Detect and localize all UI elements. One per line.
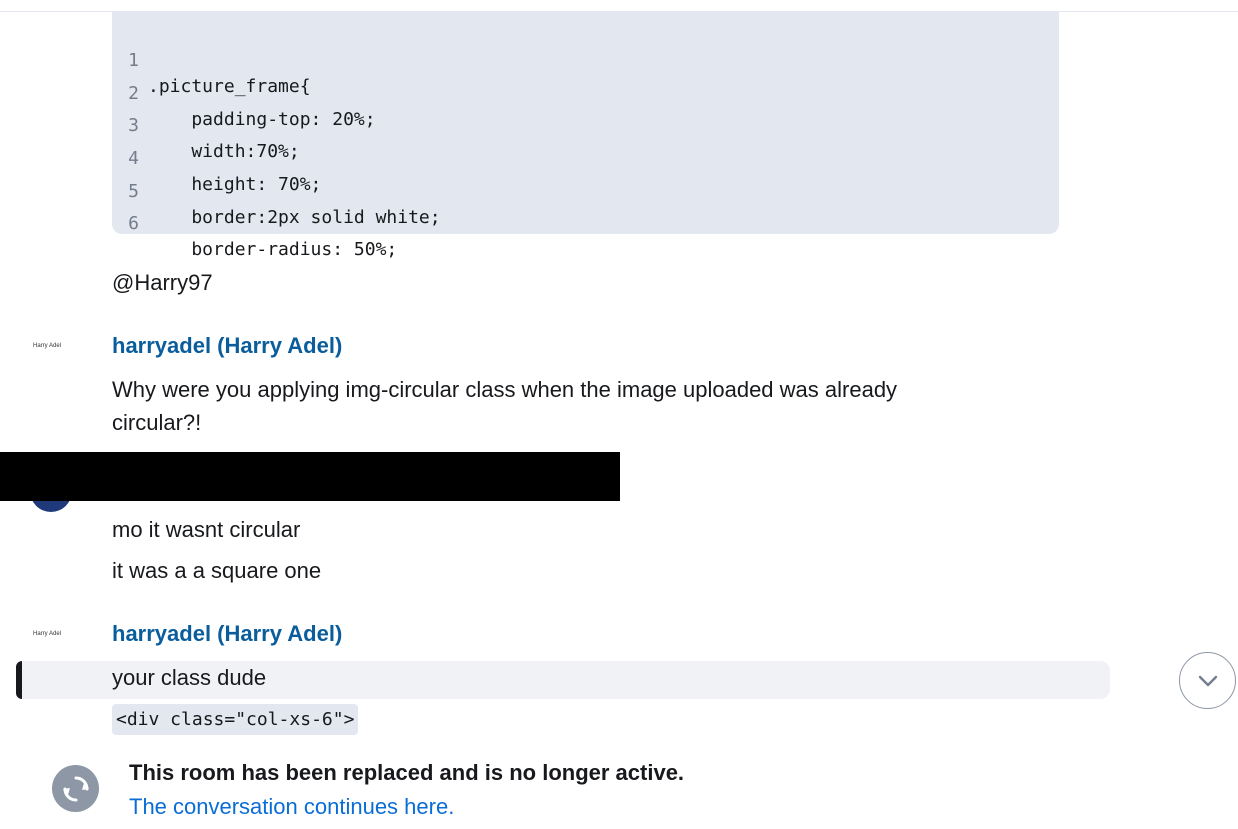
room-replaced-icon: [52, 765, 99, 812]
sender-name[interactable]: harryadel (Harry Adel): [112, 620, 342, 648]
code-line: 4 height: 70%;: [112, 120, 1059, 195]
message-body: mo it wasnt circular: [112, 517, 301, 542]
jump-to-bottom-button[interactable]: [1179, 652, 1236, 709]
avatar[interactable]: Harry Adel: [33, 631, 65, 641]
code-line: 5 border:2px solid white;: [112, 153, 1059, 228]
chevron-down-icon: [1198, 675, 1217, 686]
code-line: 3 width:70%;: [112, 87, 1059, 162]
avatar[interactable]: Harry Adel: [33, 343, 65, 353]
message-body: it was a a square one: [112, 558, 322, 583]
code-line: 6 border-radius: 50%;: [112, 185, 1059, 260]
selected-message-marker: [16, 661, 22, 699]
code-text: border-radius: 50%;: [148, 239, 398, 261]
inline-code: <div class="col-xs-6">: [112, 704, 359, 735]
timeline-top-border: [0, 0, 1238, 12]
sender-name[interactable]: harryadel (Harry Adel): [112, 332, 342, 360]
code-line: 2 padding-top: 20%;: [112, 55, 1059, 130]
code-block: 1 .picture_frame{ 2 padding-top: 20%; 3 …: [112, 12, 1059, 260]
message-body: your class dude: [112, 665, 267, 690]
continue-conversation-link[interactable]: The conversation continues here.: [129, 792, 454, 822]
redacted-sender: [0, 452, 620, 501]
line-number: 6: [128, 213, 139, 235]
code-line: 1 .picture_frame{: [112, 22, 1059, 97]
mention-text: @Harry97: [112, 270, 213, 295]
room-replaced-notice: This room has been replaced and is no lo…: [129, 760, 685, 785]
message-body: Why were you applying img-circular class…: [112, 377, 898, 435]
